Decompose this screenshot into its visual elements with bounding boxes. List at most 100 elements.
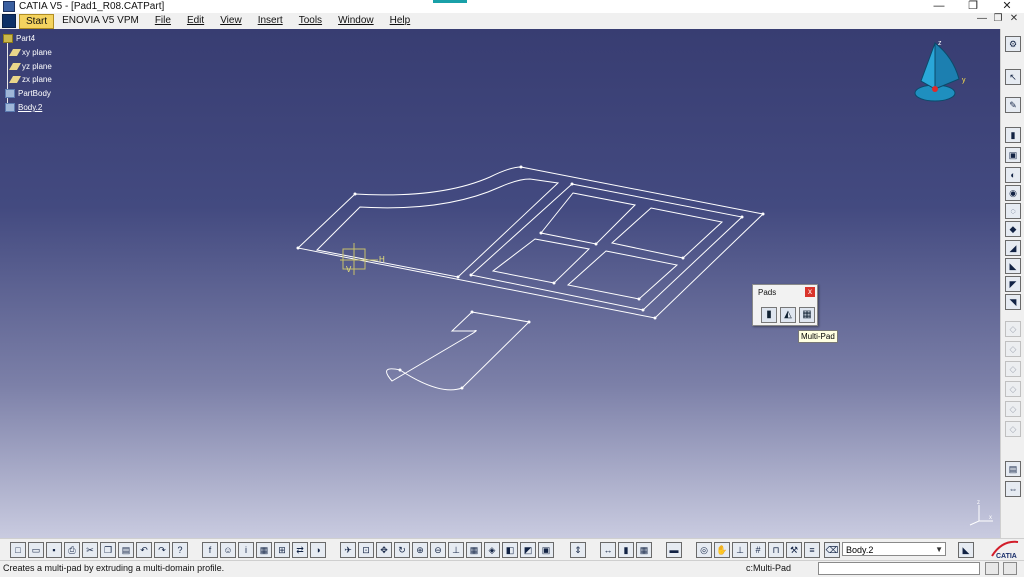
pads-toolbar[interactable]: Pads x ▮ ◭ ▦ <box>752 284 818 326</box>
view-mode-icon[interactable]: ▣ <box>538 542 554 558</box>
eraser-icon[interactable]: ⌫ <box>824 542 840 558</box>
workbench-icon[interactable]: ⚙ <box>1005 36 1021 52</box>
pocket-tool-icon[interactable]: ▣ <box>1005 147 1021 163</box>
dimension-icon[interactable]: ↔ <box>600 542 616 558</box>
status-button-icon[interactable] <box>985 562 999 575</box>
zoom-out-icon[interactable]: ⊖ <box>430 542 446 558</box>
pads-toolbar-title-bar[interactable]: Pads x <box>753 285 817 301</box>
select-arrow-icon[interactable]: ↖ <box>1005 69 1021 85</box>
pad-tool-icon[interactable]: ▮ <box>1005 127 1021 143</box>
menu-file[interactable]: File <box>147 13 179 29</box>
compass-icon[interactable]: z y <box>913 37 969 105</box>
rib-tool-icon[interactable]: ◌ <box>1005 203 1021 219</box>
command-input[interactable] <box>818 562 980 575</box>
catalog-icon[interactable]: ▦ <box>256 542 272 558</box>
menu-window[interactable]: Window <box>330 13 382 29</box>
hand-icon[interactable]: ✋ <box>714 542 730 558</box>
pads-close-button[interactable]: x <box>805 287 815 297</box>
print-icon[interactable]: ⎙ <box>64 542 80 558</box>
sketch-analysis-icon[interactable]: ▮ <box>618 542 634 558</box>
open-icon[interactable]: ▭ <box>28 542 44 558</box>
3d-viewport[interactable]: Part4 xy plane yz plane zx plane PartBod… <box>0 29 1000 538</box>
loft-tool-icon[interactable]: ◆ <box>1005 221 1021 237</box>
grid-icon[interactable]: ▦ <box>636 542 652 558</box>
tree-expand-icon[interactable]: ⊞ <box>274 542 290 558</box>
chevron-down-icon[interactable]: ▼ <box>935 543 943 557</box>
undo-icon[interactable]: ↶ <box>136 542 152 558</box>
capture-icon[interactable]: ▬ <box>666 542 682 558</box>
apply-material-icon[interactable]: ▤ <box>1005 461 1021 477</box>
menu-insert[interactable]: Insert <box>250 13 291 29</box>
coordinates-icon[interactable]: # <box>750 542 766 558</box>
whats-this-icon[interactable]: ? <box>172 542 188 558</box>
chamfer-tool-icon[interactable]: ◣ <box>1005 258 1021 274</box>
info-icon[interactable]: i <box>238 542 254 558</box>
doc-minimize-button[interactable]: — <box>974 13 990 24</box>
snap-icon[interactable]: ◎ <box>696 542 712 558</box>
disabled-tool-icon: ◇ <box>1005 401 1021 417</box>
menu-view[interactable]: View <box>212 13 250 29</box>
zoom-in-icon[interactable]: ⊕ <box>412 542 428 558</box>
pane-top-left[interactable] <box>540 192 637 245</box>
drafted-filleted-pad-icon[interactable]: ◭ <box>780 307 796 323</box>
menu-help[interactable]: Help <box>382 13 419 29</box>
save-icon[interactable]: ▪ <box>46 542 62 558</box>
draft-tool-icon[interactable]: ◤ <box>1005 276 1021 292</box>
pan-icon[interactable]: ✥ <box>376 542 392 558</box>
material-icon[interactable]: ◣ <box>958 542 974 558</box>
shading-icon[interactable]: ◧ <box>502 542 518 558</box>
measure-between-icon[interactable]: ⊓ <box>768 542 784 558</box>
menu-edit[interactable]: Edit <box>179 13 212 29</box>
pad-icon[interactable]: ▮ <box>761 307 777 323</box>
hole-tool-icon[interactable]: ◉ <box>1005 185 1021 201</box>
knowledge-icon[interactable]: ☺ <box>220 542 236 558</box>
measure-icon[interactable]: ⇔ <box>1005 481 1021 497</box>
catia-brand-logo-icon: CATIA <box>991 540 1019 560</box>
inner-frame[interactable] <box>469 183 744 311</box>
menu-tools[interactable]: Tools <box>291 13 330 29</box>
status-button-icon[interactable] <box>1003 562 1017 575</box>
close-button[interactable]: ✕ <box>990 0 1024 13</box>
sketcher-icon[interactable]: ✎ <box>1005 97 1021 113</box>
multi-view-icon[interactable]: ▦ <box>466 542 482 558</box>
cut-part-icon[interactable]: ⚒ <box>786 542 802 558</box>
minimize-button[interactable]: — <box>922 0 956 13</box>
restore-button[interactable]: ❐ <box>956 0 990 13</box>
pane-bottom-left[interactable] <box>491 238 591 284</box>
rotate-icon[interactable]: ↻ <box>394 542 410 558</box>
menu-enovia[interactable]: ENOVIA V5 VPM <box>54 13 147 29</box>
axis-system-icon[interactable]: ⊥ <box>732 542 748 558</box>
constraint-icon[interactable]: ⇕ <box>570 542 586 558</box>
fillet-tool-icon[interactable]: ◢ <box>1005 240 1021 256</box>
shell-tool-icon[interactable]: ◥ <box>1005 294 1021 310</box>
command-current: c:Multi-Pad <box>746 563 792 573</box>
shaft-tool-icon[interactable]: ◐ <box>1005 167 1021 183</box>
swap-icon[interactable]: ⇄ <box>292 542 308 558</box>
pane-bottom-right[interactable] <box>566 250 679 300</box>
redo-icon[interactable]: ↷ <box>154 542 170 558</box>
triad-x-label: x <box>989 515 992 521</box>
hide-swap-icon[interactable]: ◩ <box>520 542 536 558</box>
doc-close-button[interactable]: ✕ <box>1006 13 1022 24</box>
copy-icon[interactable]: ❐ <box>100 542 116 558</box>
normal-view-icon[interactable]: ⊥ <box>448 542 464 558</box>
menu-start[interactable]: Start <box>19 13 55 29</box>
new-icon[interactable]: □ <box>10 542 26 558</box>
inner-profile[interactable] <box>315 178 560 278</box>
formula-icon[interactable]: f <box>202 542 218 558</box>
hide-show-icon[interactable]: ◑ <box>310 542 326 558</box>
sketch-geometry: H V <box>296 165 765 391</box>
pane-top-right[interactable] <box>610 207 724 259</box>
iso-view-icon[interactable]: ◈ <box>484 542 500 558</box>
keyhole-profile[interactable] <box>386 311 531 391</box>
compass-z-label: z <box>938 40 942 47</box>
fit-all-icon[interactable]: ⊡ <box>358 542 374 558</box>
doc-restore-button[interactable]: ❐ <box>990 13 1006 24</box>
fly-mode-icon[interactable]: ✈ <box>340 542 356 558</box>
multi-pad-icon[interactable]: ▦ <box>799 307 815 323</box>
body-selector[interactable]: Body.2 ▼ <box>842 542 946 556</box>
disabled-tool-icon: ◇ <box>1005 321 1021 337</box>
cut-icon[interactable]: ✂ <box>82 542 98 558</box>
paste-icon[interactable]: ▤ <box>118 542 134 558</box>
layer-icon[interactable]: ≡ <box>804 542 820 558</box>
